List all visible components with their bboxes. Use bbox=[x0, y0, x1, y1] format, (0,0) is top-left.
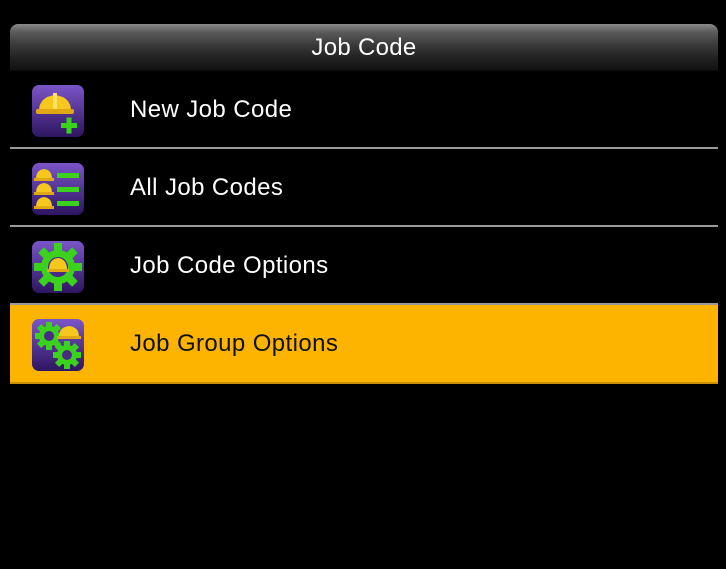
menu-item-new-job-code[interactable]: New Job Code bbox=[10, 71, 718, 149]
screen: Job Code New Job Code All Job Codes Job … bbox=[0, 0, 726, 569]
job-code-options-icon bbox=[31, 240, 85, 294]
title-bar: Job Code bbox=[10, 24, 718, 71]
page-title: Job Code bbox=[311, 34, 417, 61]
menu-item-label: All Job Codes bbox=[130, 174, 284, 201]
all-job-codes-icon bbox=[31, 162, 85, 216]
menu-item-job-code-options[interactable]: Job Code Options bbox=[10, 227, 718, 305]
menu-item-label: Job Group Options bbox=[130, 330, 339, 357]
new-job-code-icon bbox=[31, 84, 85, 138]
job-group-options-icon bbox=[31, 318, 85, 372]
menu-item-all-job-codes[interactable]: All Job Codes bbox=[10, 149, 718, 227]
menu-item-label: Job Code Options bbox=[130, 252, 329, 279]
menu-item-label: New Job Code bbox=[130, 96, 293, 123]
menu-list: New Job Code All Job Codes Job Code Opti… bbox=[10, 71, 718, 384]
menu-item-job-group-options[interactable]: Job Group Options bbox=[10, 305, 718, 384]
